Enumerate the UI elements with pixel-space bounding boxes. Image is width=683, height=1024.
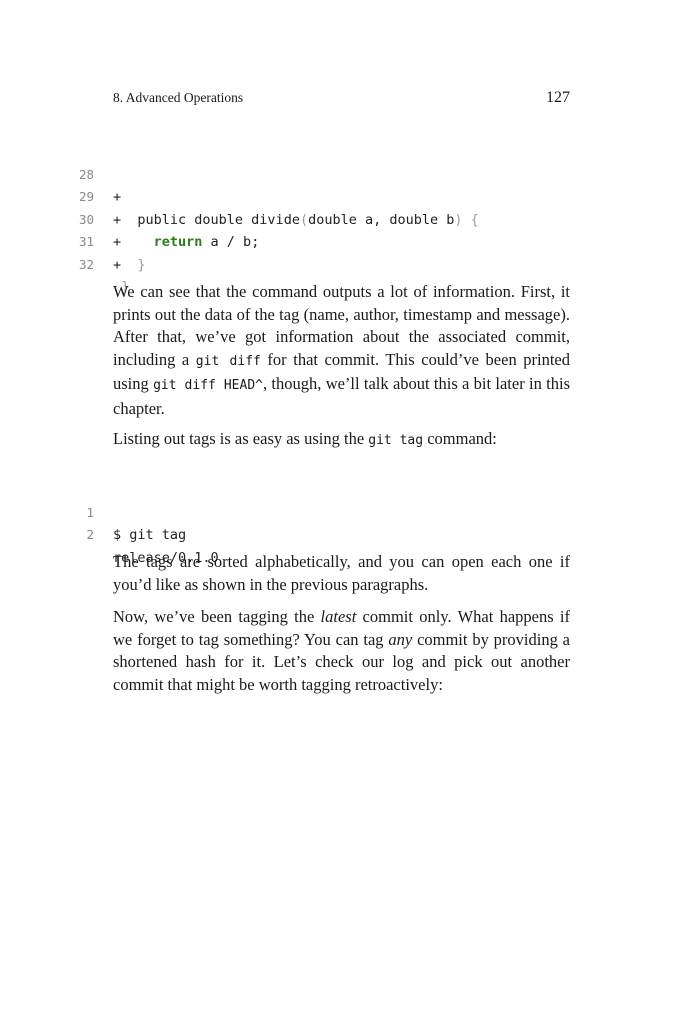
code-block-git-tag: 1 $ git tag 2 release/0.1.0 <box>0 479 683 566</box>
inline-code: git diff <box>195 353 261 369</box>
code-text: $ git tag <box>113 527 187 543</box>
paragraph-tags-sorted: The tags are sorted alphabetically, and … <box>113 552 570 594</box>
close-brace: } <box>137 256 146 273</box>
paragraph-text: command: <box>423 429 497 448</box>
code-line: 31 + } <box>0 209 683 273</box>
paragraph-listing-tags: Listing out tags is as easy as using the… <box>113 428 570 453</box>
emphasis: latest <box>320 607 357 626</box>
paragraph-retroactive-tagging: Now, we’ve been tagging the latest commi… <box>113 606 570 696</box>
code-block-java-diff: 28 + 29 + public double divide(double a,… <box>0 141 683 296</box>
code-line: 32 } <box>0 231 683 296</box>
paragraph-text: Listing out tags is as easy as using the <box>113 429 369 448</box>
code-line: 1 $ git tag <box>0 479 683 544</box>
line-number: 2 <box>86 527 94 542</box>
paragraph-text: Now, we’ve been tagging the <box>113 607 321 626</box>
page-header: 8. Advanced Operations 127 <box>113 89 570 107</box>
emphasis: any <box>388 629 413 649</box>
inline-code: git diff HEAD^ <box>153 378 263 394</box>
code-line: 28 + <box>0 141 683 206</box>
chapter-title: 8. Advanced Operations <box>113 90 244 105</box>
code-line: 30 + return a / b; <box>0 186 683 251</box>
code-line: 29 + public double divide(double a, doub… <box>0 164 683 228</box>
inline-code: git tag <box>368 433 424 448</box>
diff-prefix: + <box>113 256 138 273</box>
paragraph-tag-output: We can see that the command outputs a lo… <box>113 281 570 421</box>
code-text: + } <box>113 254 146 277</box>
page-number: 127 <box>546 89 570 106</box>
code-line: 2 release/0.1.0 <box>0 502 683 566</box>
line-number: 32 <box>78 256 94 272</box>
